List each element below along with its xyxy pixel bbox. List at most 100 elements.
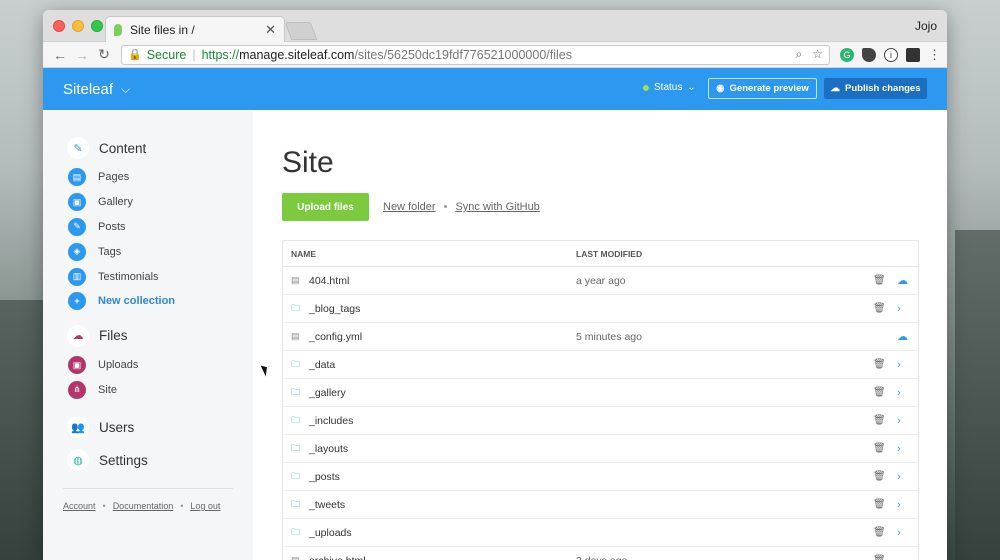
chevron-right-icon[interactable]: › [897,415,901,427]
trash-icon[interactable]: 🗑 [873,555,886,560]
column-header-name[interactable]: NAME [291,249,576,259]
sidebar-item-site[interactable]: ⋔ Site [67,378,253,403]
trash-icon[interactable]: 🗑 [873,499,886,510]
browser-tab[interactable]: Site files in / ✕ [105,16,285,42]
table-row[interactable]: 🗀 _tweets 🗑 › [283,491,918,519]
trash-icon[interactable]: 🗑 [873,275,886,286]
layers-extension-icon[interactable] [906,47,920,62]
new-folder-link[interactable]: New folder [383,201,436,213]
cloud-upload-icon[interactable]: ☁ [897,554,908,560]
new-tab-button[interactable] [284,22,318,40]
file-name[interactable]: _gallery [305,387,576,399]
info-extension-icon[interactable]: i [884,47,898,62]
trash-icon[interactable]: 🗑 [873,471,886,482]
folder-icon: 🗀 [291,498,301,509]
chevron-right-icon[interactable]: › [897,499,901,511]
file-name[interactable]: _uploads [305,527,576,539]
logout-link[interactable]: Log out [190,501,220,511]
chevron-right-icon[interactable]: › [897,527,901,539]
file-name[interactable]: _posts [305,471,576,483]
sidebar-section-settings[interactable]: ◍ Settings [67,449,253,472]
chevron-right-icon[interactable]: › [897,359,901,371]
browser-menu-icon[interactable]: ⋮ [928,47,941,62]
upload-files-button[interactable]: Upload files [282,193,369,221]
trash-icon[interactable]: 🗑 [873,387,886,398]
table-row[interactable]: ▤ archive.html3 days ago 🗑 ☁ [283,547,918,560]
sidebar-item-tags[interactable]: ◈ Tags [67,239,253,264]
publish-changes-button[interactable]: ☁ Publish changes [824,78,927,99]
column-header-modified[interactable]: LAST MODIFIED [576,249,642,259]
address-bar[interactable]: 🔒 Secure | https:// manage.siteleaf.com … [121,44,830,65]
table-row[interactable]: 🗀 _gallery 🗑 › [283,379,918,407]
sidebar-item-pages[interactable]: ▤ Pages [67,165,253,190]
file-name[interactable]: _blog_tags [305,303,576,315]
title-bar: Site files in / ✕ Jojo [43,10,947,42]
trash-icon[interactable]: 🗑 [873,359,886,370]
grammarly-extension-icon[interactable]: G [840,47,854,62]
chevron-down-icon: ⌄ [687,82,696,93]
last-modified: a year ago [576,274,626,287]
sidebar-item-uploads[interactable]: ▣ Uploads [67,353,253,378]
close-tab-icon[interactable]: ✕ [265,22,276,38]
sidebar-section-content[interactable]: ✎ Content [67,137,253,159]
trash-icon[interactable]: 🗑 [873,443,886,454]
table-row[interactable]: 🗀 _includes 🗑 › [283,407,918,435]
back-arrow-icon[interactable]: ← [49,47,71,63]
trash-icon[interactable]: 🗑 [873,303,886,314]
sidebar-section-label: Files [99,328,128,344]
cloud-upload-icon[interactable]: ☁ [897,274,908,287]
trash-icon[interactable]: 🗑 [873,415,886,426]
cloud-upload-icon[interactable]: ☁ [897,330,908,343]
file-name[interactable]: _includes [305,415,576,427]
trash-icon[interactable]: 🗑 [873,527,886,538]
sidebar-item-gallery[interactable]: ▣ Gallery [67,190,253,215]
table-row[interactable]: 🗀 _layouts 🗑 › [283,435,918,463]
chevron-right-icon[interactable]: › [897,387,901,399]
documentation-link[interactable]: Documentation [113,501,174,511]
table-row[interactable]: 🗀 _uploads 🗑 › [283,519,918,547]
chevron-right-icon[interactable]: › [897,471,901,483]
sidebar-item-posts[interactable]: ✎ Posts [67,215,253,240]
sync-github-link[interactable]: Sync with GitHub [455,201,539,213]
generate-preview-button[interactable]: ◉ Generate preview [708,78,817,99]
file-name[interactable]: _tweets [305,499,576,511]
pencil-icon: ✎ [67,137,89,159]
sidebar-item-testimonials[interactable]: ▥ Testimonials [67,264,253,289]
status-dropdown[interactable]: Status ⌄ [643,82,696,93]
maximize-window-button[interactable] [91,20,103,32]
table-row[interactable]: 🗀 _posts 🗑 › [283,463,918,491]
table-row[interactable]: 🗀 _blog_tags 🗑 › [283,295,918,323]
close-window-button[interactable] [53,20,65,32]
sidebar-section-files[interactable]: ☁ Files [67,324,253,347]
bookmark-star-icon[interactable]: ☆ [812,47,823,62]
account-link[interactable]: Account [63,501,96,511]
file-name[interactable]: 404.html [305,275,576,287]
drop-extension-icon[interactable] [862,47,876,62]
file-icon: ▤ [291,275,300,285]
reload-icon[interactable]: ↻ [93,46,115,63]
zoom-search-icon[interactable]: ⌕ [796,47,803,62]
file-name[interactable]: archive.html [305,555,576,560]
site-switcher[interactable]: Siteleaf ⌵ [63,81,130,98]
browser-window: Site files in / ✕ Jojo ← → ↻ 🔒 Secure | … [43,10,947,560]
sidebar-section-label: Settings [99,452,148,468]
url-protocol: https:// [201,47,240,62]
plus-icon: + [68,292,86,311]
file-name[interactable]: _data [305,359,576,371]
table-row[interactable]: ▤ _config.yml 5 minutes ago ☁ [283,323,918,351]
status-label: Status [654,82,683,93]
minimize-window-button[interactable] [72,20,84,32]
sidebar-section-users[interactable]: 👥 Users [67,416,253,439]
table-row[interactable]: 🗀 _data 🗑 › [283,351,918,379]
chevron-right-icon[interactable]: › [897,303,901,315]
footer-bullet: • [180,501,184,511]
chevron-right-icon[interactable]: › [897,443,901,455]
forward-arrow-icon[interactable]: → [71,47,93,63]
profile-name[interactable]: Jojo [915,19,937,33]
file-name[interactable]: _config.yml [305,331,576,343]
collection-icon: ▥ [68,267,86,286]
table-row[interactable]: ▤ 404.html a year ago 🗑 ☁ [283,267,918,295]
footer-bullet: • [102,501,106,511]
file-name[interactable]: _layouts [305,443,576,455]
sidebar-item-new-collection[interactable]: + New collection [67,289,253,314]
